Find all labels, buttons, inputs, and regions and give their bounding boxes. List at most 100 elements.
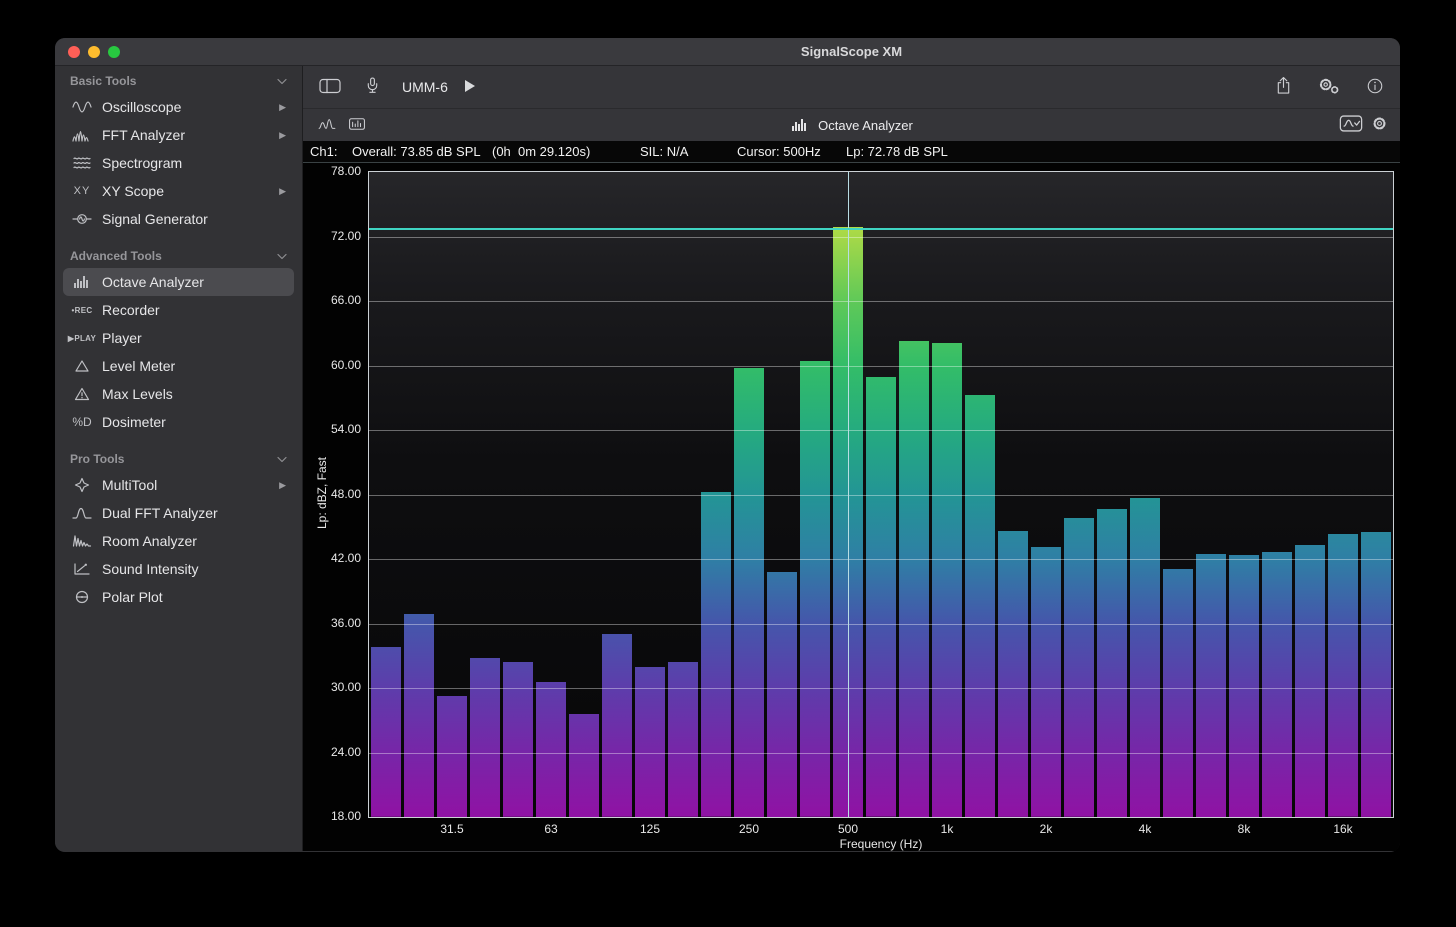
disclosure-icon: ▶ (279, 186, 286, 197)
bar-16khz[interactable] (1328, 534, 1358, 817)
settings-button[interactable] (1318, 77, 1340, 98)
gridline-72 (369, 237, 1393, 238)
bar-160hz[interactable] (668, 662, 698, 817)
bar-8khz[interactable] (1229, 555, 1259, 817)
bar-1khz[interactable] (932, 343, 962, 817)
sidebar-item-oscilloscope[interactable]: Oscilloscope▶ (63, 93, 294, 121)
sidebar-item-signal-generator[interactable]: Signal Generator (63, 205, 294, 233)
level-meter-icon (69, 358, 95, 374)
sidebar-item-multitool[interactable]: MultiTool▶ (63, 471, 294, 499)
room-analyzer-icon (69, 533, 95, 549)
sidebar-item-level-meter[interactable]: Level Meter (63, 352, 294, 380)
section-label: Basic Tools (70, 74, 136, 88)
bar-100hz[interactable] (602, 634, 632, 817)
sidebar-item-max-levels[interactable]: Max Levels (63, 380, 294, 408)
device-name[interactable]: UMM-6 (402, 79, 448, 95)
input-device-button[interactable] (365, 77, 380, 97)
bar-315hz[interactable] (767, 572, 797, 817)
frequency-cursor-line[interactable] (848, 172, 849, 817)
sidebar-item-room-analyzer[interactable]: Room Analyzer (63, 527, 294, 555)
gridline-66 (369, 301, 1393, 302)
y-tick-label: 60.00 (305, 357, 361, 373)
x-tick-label: 2k (1016, 822, 1076, 836)
bar-5khz[interactable] (1163, 569, 1193, 817)
bar-10khz[interactable] (1262, 552, 1292, 818)
zoom-button[interactable] (108, 46, 120, 58)
sidebar-item-dosimeter[interactable]: %DDosimeter (63, 408, 294, 436)
y-tick-label: 66.00 (305, 292, 361, 308)
bar-20hz[interactable] (371, 647, 401, 817)
tool-header: Octave Analyzer (303, 108, 1400, 141)
bar-63hz[interactable] (536, 682, 566, 818)
y-tick-label: 42.00 (305, 550, 361, 566)
chevron-down-icon (277, 78, 287, 85)
sidebar-item-octave-analyzer[interactable]: Octave Analyzer (63, 268, 294, 296)
sidebar-item-spectrogram[interactable]: Spectrogram (63, 149, 294, 177)
bar-40hz[interactable] (470, 658, 500, 817)
dual-fft-icon (69, 505, 95, 521)
sidebar-item-recorder[interactable]: •RECRecorder (63, 296, 294, 324)
bar-1.25khz[interactable] (965, 395, 995, 818)
toggle-sidebar-button[interactable] (319, 78, 341, 97)
section-header-advanced-tools[interactable]: Advanced Tools (65, 247, 292, 265)
section-header-pro-tools[interactable]: Pro Tools (65, 450, 292, 468)
tool-settings-button[interactable] (1371, 115, 1388, 135)
bar-20khz[interactable] (1361, 532, 1391, 817)
chevron-down-icon (277, 456, 287, 463)
sidebar-item-player[interactable]: ▶PLAYPlayer (63, 324, 294, 352)
bar-200hz[interactable] (701, 492, 731, 817)
sidebar-item-label: Oscilloscope (102, 99, 181, 115)
plot-area[interactable] (368, 171, 1394, 818)
x-axis-label: Frequency (Hz) (368, 837, 1394, 851)
bar-2.5khz[interactable] (1064, 518, 1094, 817)
dosimeter-icon: %D (69, 415, 95, 429)
rec-icon: •REC (69, 306, 95, 315)
sidebar-item-label: XY Scope (102, 183, 164, 199)
bar-3.15khz[interactable] (1097, 509, 1127, 818)
start-button[interactable] (464, 79, 476, 96)
sidebar-item-fft-analyzer[interactable]: FFT Analyzer▶ (63, 121, 294, 149)
bar-800hz[interactable] (899, 341, 929, 817)
sidebar-icon (319, 78, 341, 97)
x-tick-label: 4k (1115, 822, 1175, 836)
y-tick-label: 18.00 (305, 808, 361, 824)
bar-80hz[interactable] (569, 714, 599, 817)
bar-2khz[interactable] (1031, 547, 1061, 817)
sidebar-item-label: Dual FFT Analyzer (102, 505, 218, 521)
bar-6.3khz[interactable] (1196, 554, 1226, 817)
bar-125hz[interactable] (635, 667, 665, 818)
chart-view-button[interactable] (1339, 115, 1363, 135)
main-toolbar: UMM-6 (303, 66, 1400, 108)
octave-bars-icon (69, 274, 95, 290)
xy-icon: XY (69, 185, 95, 197)
bar-12.5khz[interactable] (1295, 545, 1325, 817)
tool-title-group[interactable]: Octave Analyzer (303, 117, 1400, 133)
close-button[interactable] (68, 46, 80, 58)
tool-title: Octave Analyzer (818, 118, 913, 133)
sidebar-item-label: Max Levels (102, 386, 173, 402)
minimize-button[interactable] (88, 46, 100, 58)
sidebar-item-dual-fft-analyzer[interactable]: Dual FFT Analyzer (63, 499, 294, 527)
multitool-icon (69, 477, 95, 493)
octave-bars-icon (790, 117, 810, 133)
sidebar-item-label: Spectrogram (102, 155, 182, 171)
gridline-54 (369, 430, 1393, 431)
sidebar-item-label: Signal Generator (102, 211, 208, 227)
gridline-60 (369, 366, 1393, 367)
bar-4khz[interactable] (1130, 498, 1160, 817)
sidebar-item-xy-scope[interactable]: XY XY Scope ▶ (63, 177, 294, 205)
info-button[interactable] (1366, 77, 1384, 98)
section-header-basic-tools[interactable]: Basic Tools (65, 72, 292, 90)
bar-50hz[interactable] (503, 662, 533, 817)
bar-250hz[interactable] (734, 368, 764, 817)
sidebar-item-sound-intensity[interactable]: Sound Intensity (63, 555, 294, 583)
status-lp: Lp: 72.78 dB SPL (846, 144, 948, 159)
sidebar-item-polar-plot[interactable]: Polar Plot (63, 583, 294, 611)
disclosure-icon: ▶ (279, 130, 286, 141)
bar-31.5hz[interactable] (437, 696, 467, 818)
share-button[interactable] (1275, 76, 1292, 98)
bar-1.6khz[interactable] (998, 531, 1028, 817)
bar-25hz[interactable] (404, 614, 434, 817)
bar-630hz[interactable] (866, 377, 896, 817)
sidebar-item-label: Room Analyzer (102, 533, 197, 549)
